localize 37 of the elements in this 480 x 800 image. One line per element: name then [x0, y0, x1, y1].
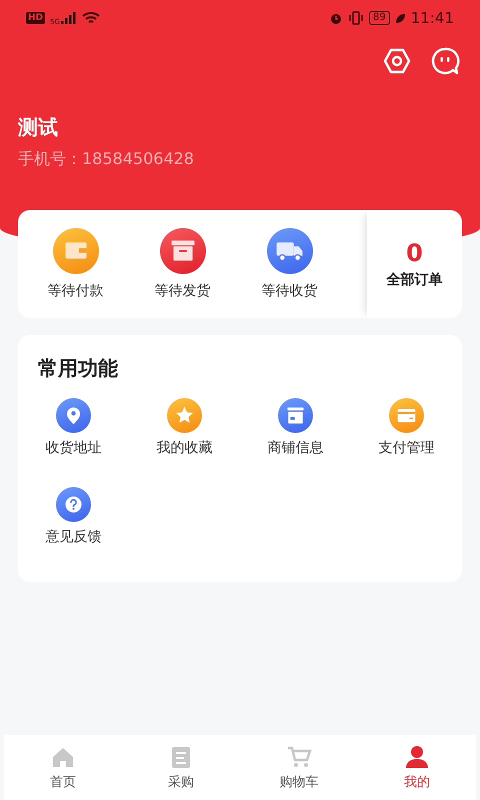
function-label[interactable]: 意见反馈: [46, 528, 102, 546]
tab-item[interactable]: 我的: [358, 735, 476, 800]
function-label[interactable]: 收货地址: [46, 439, 102, 457]
section-title: 常用功能: [37, 355, 119, 382]
order-status-label[interactable]: 等待发货: [154, 282, 210, 300]
help-icon: [56, 487, 91, 522]
alarm-icon: [329, 11, 344, 25]
location-pin-icon: [56, 398, 91, 433]
order-status-label[interactable]: 等待收货: [262, 282, 318, 300]
phone-number: 手机号：18584506428: [18, 149, 195, 170]
vibrate-icon: [348, 11, 364, 25]
shop-icon: [278, 398, 313, 433]
wifi-icon: [82, 11, 100, 25]
function-label[interactable]: 支付管理: [378, 439, 434, 457]
function-label[interactable]: 我的收藏: [156, 439, 212, 457]
truck-icon: [266, 228, 312, 274]
settings-icon[interactable]: [382, 46, 412, 76]
leaf-icon: [394, 12, 406, 24]
tab-item[interactable]: 购物车: [240, 735, 358, 800]
order-count: 0: [406, 239, 423, 267]
battery-indicator: 89: [369, 11, 390, 25]
tab-item[interactable]: 首页: [4, 735, 122, 800]
all-orders-panel[interactable]: 0 全部订单: [367, 210, 462, 318]
wallet-icon: [52, 228, 98, 274]
user-name: 测试: [18, 114, 59, 141]
signal-icon: [60, 12, 77, 24]
tab-item[interactable]: 采购: [122, 735, 240, 800]
all-orders-label: 全部订单: [386, 271, 442, 289]
hd-badge: HD: [26, 12, 46, 24]
person-icon: [404, 744, 430, 770]
message-icon[interactable]: [430, 46, 460, 76]
box-icon: [160, 228, 206, 274]
function-label[interactable]: 商铺信息: [268, 439, 324, 457]
status-time: 11:41: [410, 9, 454, 27]
card-icon: [389, 398, 424, 433]
order-status-label[interactable]: 等待付款: [48, 282, 104, 300]
cart-icon: [286, 744, 312, 770]
